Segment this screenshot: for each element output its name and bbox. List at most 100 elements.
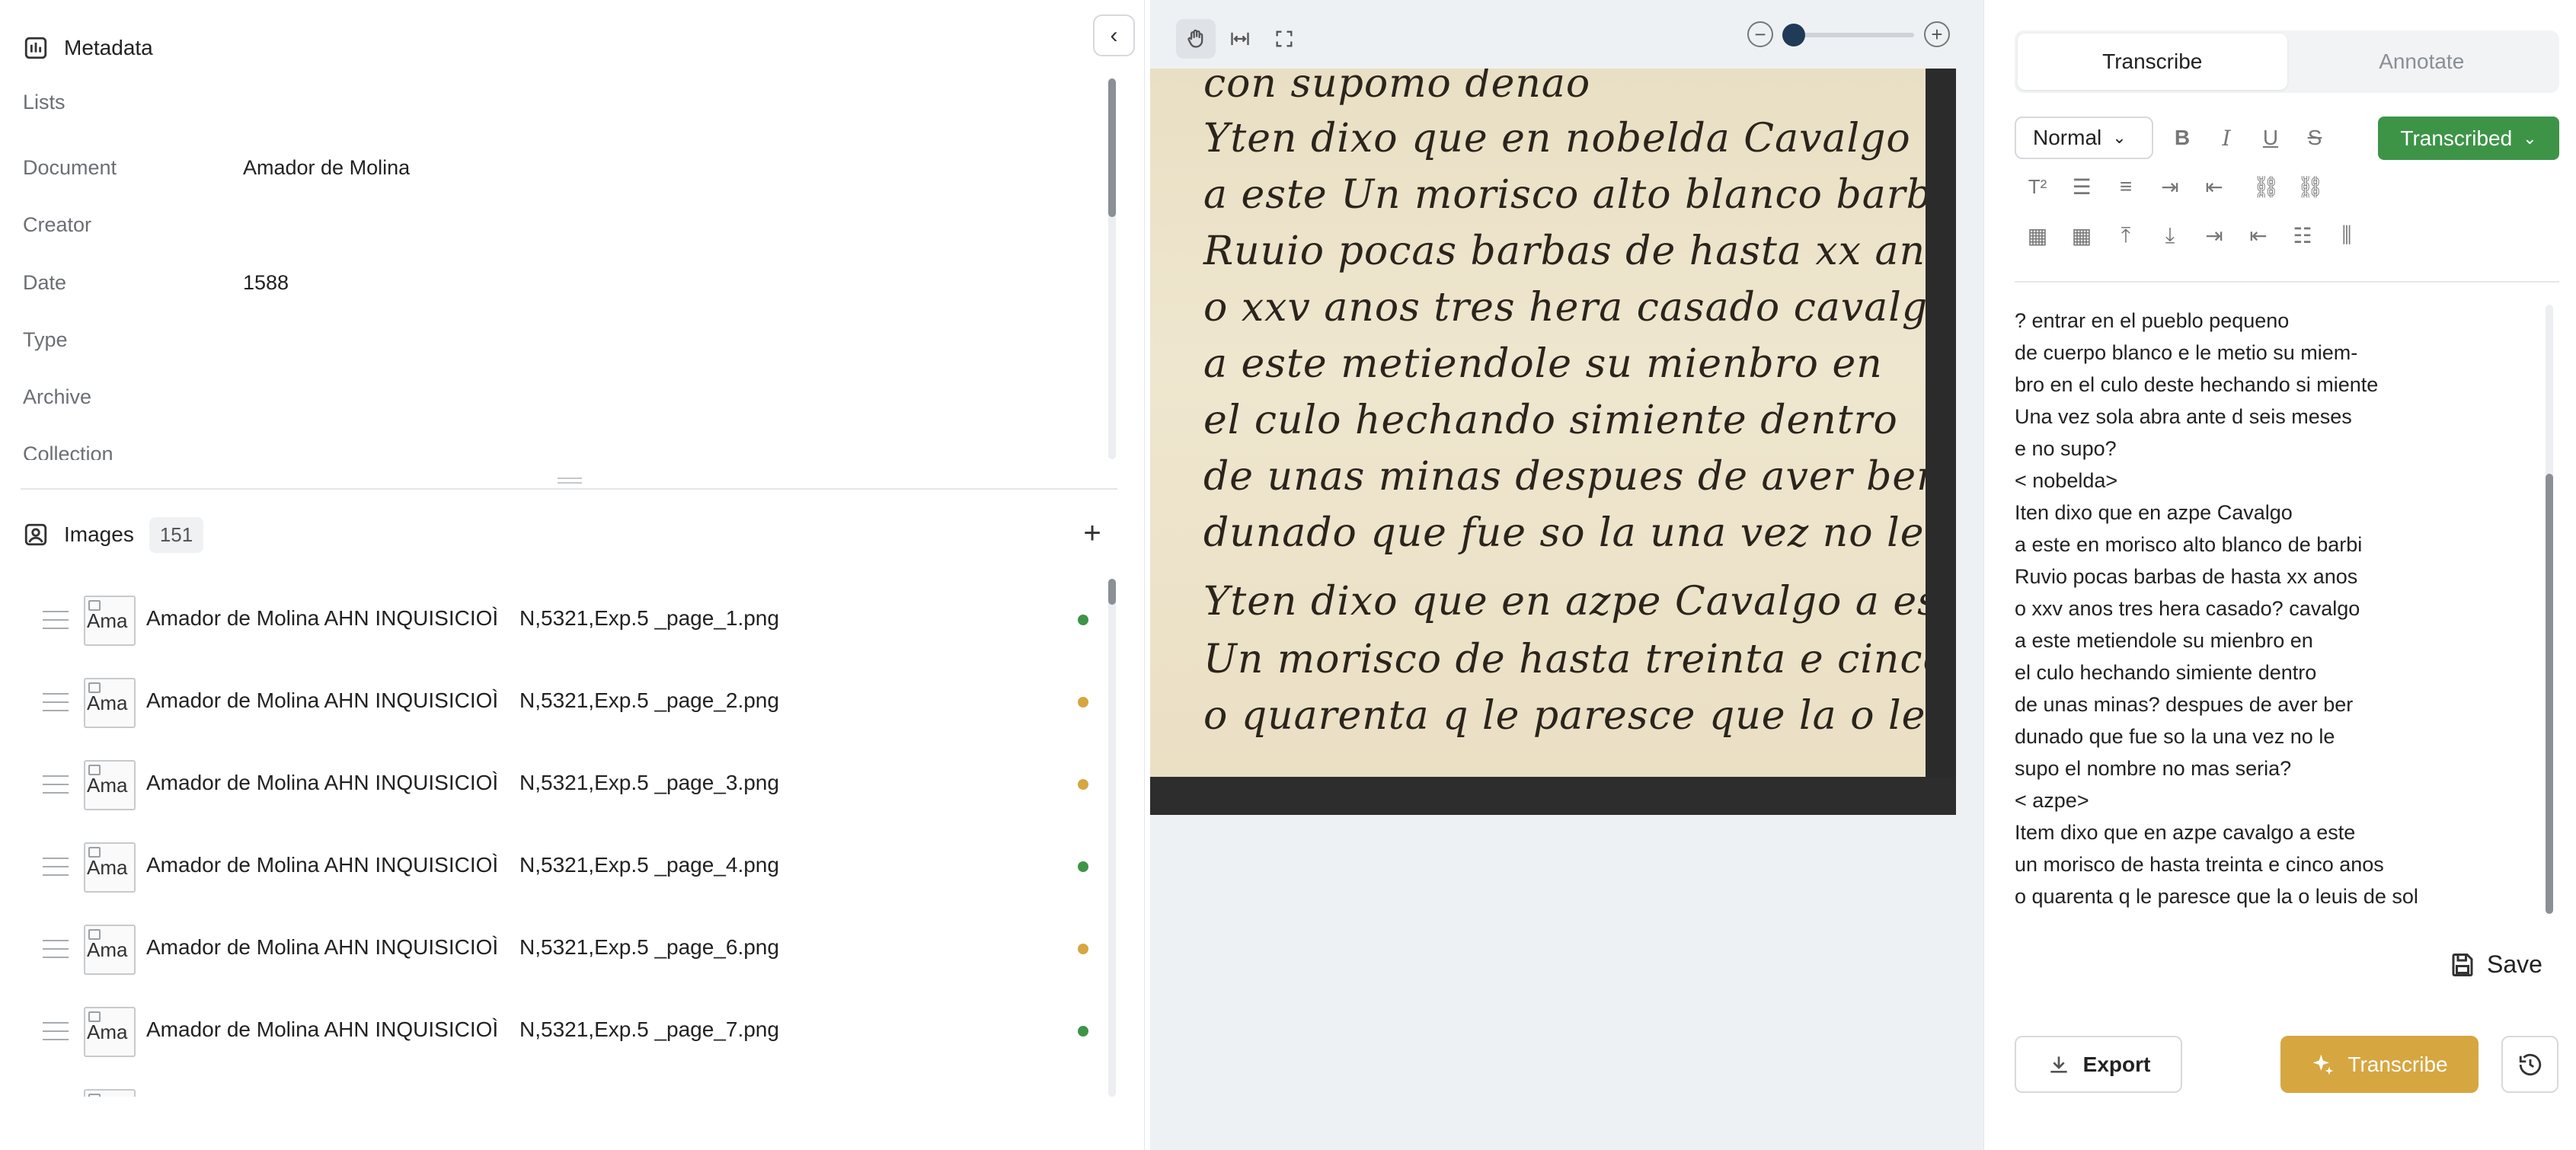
text-line[interactable]: de unas minas? despues de aver ber (2015, 688, 2540, 720)
image-thumbnail[interactable] (84, 1089, 136, 1097)
drag-handle-icon[interactable] (43, 693, 69, 711)
add-image-button[interactable]: + (1074, 515, 1111, 551)
image-filename[interactable]: Amador de Molina AHN INQUISICIOÌ (146, 771, 498, 795)
delete-table-button[interactable]: ▦ (2066, 220, 2097, 251)
outdent-button[interactable]: ⇤ (2199, 171, 2229, 202)
text-line[interactable]: o xxv anos tres hera casado? cavalgo (2015, 593, 2540, 625)
image-list-scrollbar[interactable] (1108, 579, 1116, 1097)
export-button[interactable]: Export (2015, 1036, 2182, 1093)
image-filename-suffix[interactable]: N,5321,Exp.5 _page_3.png (519, 771, 779, 795)
image-thumbnail[interactable]: Ama (84, 1007, 136, 1057)
tab-annotate[interactable]: Annotate (2287, 34, 2557, 90)
scrollbar-thumb[interactable] (1108, 78, 1116, 217)
underline-button[interactable]: U (2255, 123, 2286, 153)
drag-handle-icon[interactable] (43, 940, 69, 958)
fit-width-button[interactable] (1220, 19, 1260, 59)
text-line[interactable]: Ruvio pocas barbas de hasta xx anos (2015, 561, 2540, 593)
image-list-item[interactable]: Ama Amador de Molina AHN INQUISICIOÌ N,5… (0, 990, 1112, 1072)
text-line[interactable]: de cuerpo blanco e le metio su miem- (2015, 337, 2540, 369)
drag-handle-icon[interactable] (43, 858, 69, 876)
image-filename-suffix[interactable]: N,5321,Exp.5 _page_7.png (519, 1017, 779, 1042)
history-button[interactable] (2501, 1036, 2558, 1093)
delete-row-button[interactable]: ☷ (2287, 220, 2318, 251)
metadata-value[interactable]: 1588 (243, 271, 289, 295)
metadata-label: Date (23, 270, 67, 294)
image-thumbnail[interactable]: Ama (84, 596, 136, 646)
text-line[interactable]: un morisco de hasta treinta e cinco anos (2015, 848, 2540, 880)
zoom-slider-track[interactable] (1800, 33, 1914, 37)
text-line[interactable]: ? entrar en el pueblo pequeno (2015, 305, 2540, 337)
image-filename[interactable]: Amador de Molina AHN INQUISICIOÌ (146, 1017, 498, 1042)
image-list-item[interactable]: Ama Amador de Molina AHN INQUISICIOÌ N,5… (0, 908, 1112, 990)
tab-transcribe[interactable]: Transcribe (2018, 34, 2287, 90)
image-list-item[interactable]: Ama Amador de Molina AHN INQUISICIOÌ N,5… (0, 661, 1112, 743)
metadata-value[interactable]: Amador de Molina (243, 156, 410, 180)
image-thumbnail[interactable]: Ama (84, 925, 136, 975)
bold-button[interactable]: B (2167, 123, 2197, 153)
editor-scrollbar[interactable] (2546, 305, 2553, 914)
numbered-list-button[interactable]: ≡ (2111, 171, 2141, 202)
save-button[interactable]: Save (2449, 950, 2542, 979)
image-thumbnail[interactable]: Ama (84, 842, 136, 893)
status-dropdown-button[interactable]: Transcribed ⌄ (2378, 117, 2559, 160)
zoom-slider-knob[interactable] (1782, 24, 1805, 46)
row-above-button[interactable]: ⤒ (2111, 220, 2141, 251)
image-list-item[interactable] (0, 1072, 1112, 1097)
image-filename-suffix[interactable]: N,5321,Exp.5 _page_4.png (519, 853, 779, 877)
image-list-item[interactable]: Ama Amador de Molina AHN INQUISICIOÌ N,5… (0, 826, 1112, 908)
transcription-editor[interactable]: ? entrar en el pueblo pequeno de cuerpo … (2015, 305, 2540, 914)
pan-tool-button[interactable] (1176, 19, 1216, 59)
drag-handle-icon[interactable] (43, 611, 69, 629)
drag-handle-icon[interactable] (43, 775, 69, 794)
text-line[interactable]: < nobelda> (2015, 465, 2540, 497)
text-line[interactable]: o quarenta q le paresce que la o leuis d… (2015, 880, 2540, 912)
drag-handle-icon[interactable] (43, 1022, 69, 1040)
zoom-in-button[interactable]: + (1924, 21, 1950, 47)
text-style-select[interactable]: Normal ⌄ (2015, 117, 2153, 159)
collapse-panel-button[interactable]: ‹ (1093, 14, 1135, 56)
text-line[interactable]: Una vez sola abra ante d seis meses (2015, 401, 2540, 433)
text-line[interactable]: < azpe> (2015, 784, 2540, 816)
zoom-out-button[interactable]: − (1747, 21, 1773, 47)
fullscreen-button[interactable] (1264, 19, 1304, 59)
image-filename[interactable]: Amador de Molina AHN INQUISICIOÌ (146, 606, 498, 631)
image-thumbnail[interactable]: Ama (84, 760, 136, 810)
image-thumbnail[interactable]: Ama (84, 678, 136, 728)
image-filename[interactable]: Amador de Molina AHN INQUISICIOÌ (146, 688, 498, 713)
bullet-list-button[interactable]: ☰ (2066, 171, 2097, 202)
text-line[interactable]: a este en morisco alto blanco de barbi (2015, 529, 2540, 561)
italic-button[interactable]: I (2211, 123, 2242, 153)
unlink-button[interactable]: ⛓ (2295, 171, 2325, 202)
image-filename[interactable]: Amador de Molina AHN INQUISICIOÌ (146, 935, 498, 960)
text-line[interactable]: bro en el culo deste hechando si miente (2015, 369, 2540, 401)
column-right-button[interactable]: ⇥ (2199, 220, 2229, 251)
delete-column-button[interactable]: ⫼ (2332, 220, 2362, 251)
image-list-item[interactable]: Ama Amador de Molina AHN INQUISICIOÌ N,5… (0, 579, 1112, 661)
metadata-scrollbar[interactable] (1108, 78, 1116, 459)
insert-table-button[interactable]: ▦ (2022, 220, 2053, 251)
text-line[interactable]: e no supo? (2015, 433, 2540, 465)
scrollbar-thumb[interactable] (1108, 579, 1116, 605)
text-line[interactable]: a este metiendole su mienbro en (2015, 625, 2540, 656)
manuscript-image[interactable]: con supomo denao Yten dixo que en nobeld… (1150, 69, 1956, 815)
image-list-item[interactable]: Ama Amador de Molina AHN INQUISICIOÌ N,5… (0, 743, 1112, 826)
text-line[interactable]: dunado que fue so la una vez no le (2015, 720, 2540, 752)
text-line[interactable]: supo el nombre no mas seria? (2015, 752, 2540, 784)
toolbar-divider (2015, 281, 2559, 283)
row-below-button[interactable]: ⤓ (2155, 220, 2185, 251)
resize-handle[interactable] (558, 478, 582, 484)
image-filename-suffix[interactable]: N,5321,Exp.5 _page_1.png (519, 606, 779, 631)
image-filename-suffix[interactable]: N,5321,Exp.5 _page_6.png (519, 935, 779, 960)
link-button[interactable]: ⛓ (2251, 171, 2281, 202)
transcribe-button[interactable]: Transcribe (2280, 1036, 2479, 1093)
text-line[interactable]: Item dixo que en azpe cavalgo a este (2015, 816, 2540, 848)
scrollbar-thumb[interactable] (2546, 474, 2553, 914)
indent-button[interactable]: ⇥ (2155, 171, 2185, 202)
column-left-button[interactable]: ⇤ (2243, 220, 2274, 251)
text-line[interactable]: Iten dixo que en azpe Cavalgo (2015, 497, 2540, 529)
image-filename-suffix[interactable]: N,5321,Exp.5 _page_2.png (519, 688, 779, 713)
text-line[interactable]: el culo hechando simiente dentro (2015, 656, 2540, 688)
image-filename[interactable]: Amador de Molina AHN INQUISICIOÌ (146, 853, 498, 877)
superscript-button[interactable]: T² (2022, 171, 2053, 202)
strikethrough-button[interactable]: S (2300, 123, 2330, 153)
